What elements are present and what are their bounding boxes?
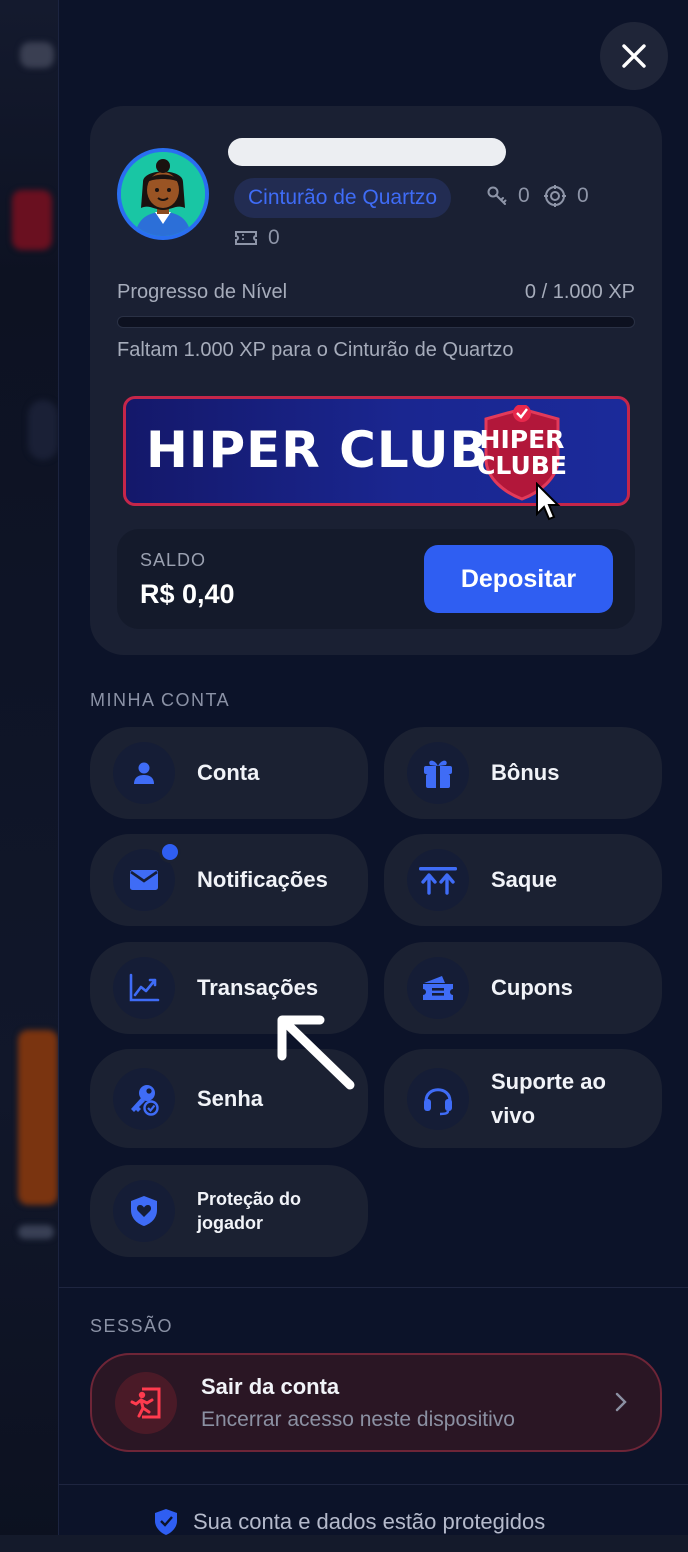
tickets-counter: 0	[234, 226, 280, 250]
avatar-illustration	[121, 152, 205, 236]
rank-label: Cinturão de Quartzo	[248, 186, 438, 209]
key-icon	[113, 1067, 175, 1130]
shield-heart-icon	[113, 1180, 175, 1242]
menu-label: Suporte ao vivo	[491, 1068, 606, 1128]
gift-icon	[407, 742, 469, 804]
chart-icon	[113, 957, 175, 1019]
progress-value: 0 / 1.000 XP	[524, 281, 635, 303]
user-icon	[113, 742, 175, 804]
mail-icon	[113, 841, 181, 911]
profile-card: Cinturão de Quartzo 0 0 0 Progresso de N…	[90, 106, 662, 655]
logout-button[interactable]: Sair da conta Encerrar acesso neste disp…	[90, 1353, 662, 1452]
tickets-count: 0	[268, 226, 280, 249]
withdraw-icon	[407, 849, 469, 911]
logout-subtitle: Encerrar acesso neste dispositivo	[201, 1407, 515, 1431]
menu-label: Cupons	[491, 975, 573, 1000]
headset-icon	[407, 1067, 469, 1130]
keys-count: 0	[518, 184, 530, 207]
menu-item-cupons[interactable]: Cupons	[384, 942, 662, 1034]
menu-label: Notificações	[197, 867, 328, 892]
menu-item-notificacoes[interactable]: Notificações	[90, 834, 368, 926]
menu-item-bonus[interactable]: Bônus	[384, 727, 662, 819]
menu-item-saque[interactable]: Saque	[384, 834, 662, 926]
balance-panel: SALDO R$ 0,40 Depositar	[117, 529, 635, 629]
balance-value: R$ 0,40	[140, 579, 235, 609]
menu-label: Conta	[197, 760, 260, 785]
menu-label: Saque	[491, 867, 558, 892]
menu-label: Proteção do jogador	[197, 1189, 302, 1233]
mouse-cursor-icon	[536, 482, 561, 521]
banner-badge-line1: HIPER	[479, 425, 565, 454]
menu-label: Bônus	[491, 760, 560, 785]
coins-count: 0	[577, 184, 589, 207]
shield-icon	[155, 1509, 177, 1535]
keys-counter: 0	[486, 184, 530, 208]
menu-label: Transações	[197, 975, 319, 1000]
logout-title: Sair da conta	[201, 1373, 340, 1399]
annotation-arrow-icon	[277, 1015, 355, 1090]
notification-dot	[159, 841, 181, 863]
menu-label: Senha	[197, 1085, 264, 1111]
security-note-text: Sua conta e dados estão protegidos	[193, 1509, 546, 1534]
security-note: Sua conta e dados estão protegidos	[153, 1508, 545, 1536]
rank-badge[interactable]: Cinturão de Quartzo	[234, 178, 452, 218]
menu-item-protecao[interactable]: Proteção do jogador	[90, 1165, 368, 1257]
menu-item-suporte[interactable]: Suporte ao vivo	[384, 1049, 662, 1148]
footer-divider	[59, 1484, 688, 1485]
hiper-clube-logo: HIPER CLUBE	[466, 405, 578, 501]
close-button[interactable]	[600, 22, 668, 90]
close-icon	[622, 44, 646, 68]
progress-hint: Faltam 1.000 XP para o Cinturão de Quart…	[117, 339, 514, 361]
bottom-bar	[0, 1535, 688, 1552]
account-section-title: MINHA CONTA	[90, 690, 231, 710]
key-small-icon	[487, 186, 507, 205]
coupon-icon	[407, 957, 469, 1019]
ticket-icon	[235, 231, 257, 245]
menu-item-conta[interactable]: Conta	[90, 727, 368, 819]
target-icon	[544, 185, 566, 207]
chevron-right-icon	[615, 1392, 627, 1412]
level-progress-bar	[117, 316, 635, 328]
deposit-button[interactable]: Depositar	[424, 545, 613, 613]
logout-icon	[115, 1371, 177, 1434]
banner-badge-line2: CLUBE	[477, 451, 567, 480]
background-page	[0, 0, 58, 1552]
session-section-title: SESSÃO	[90, 1316, 174, 1336]
progress-label: Progresso de Nível	[117, 281, 288, 303]
balance-label: SALDO	[140, 550, 207, 570]
avatar[interactable]	[117, 148, 209, 240]
account-drawer: Cinturão de Quartzo 0 0 0 Progresso de N…	[58, 0, 688, 1535]
username-redacted	[228, 138, 506, 166]
coins-counter: 0	[543, 184, 589, 208]
section-divider	[59, 1287, 688, 1288]
